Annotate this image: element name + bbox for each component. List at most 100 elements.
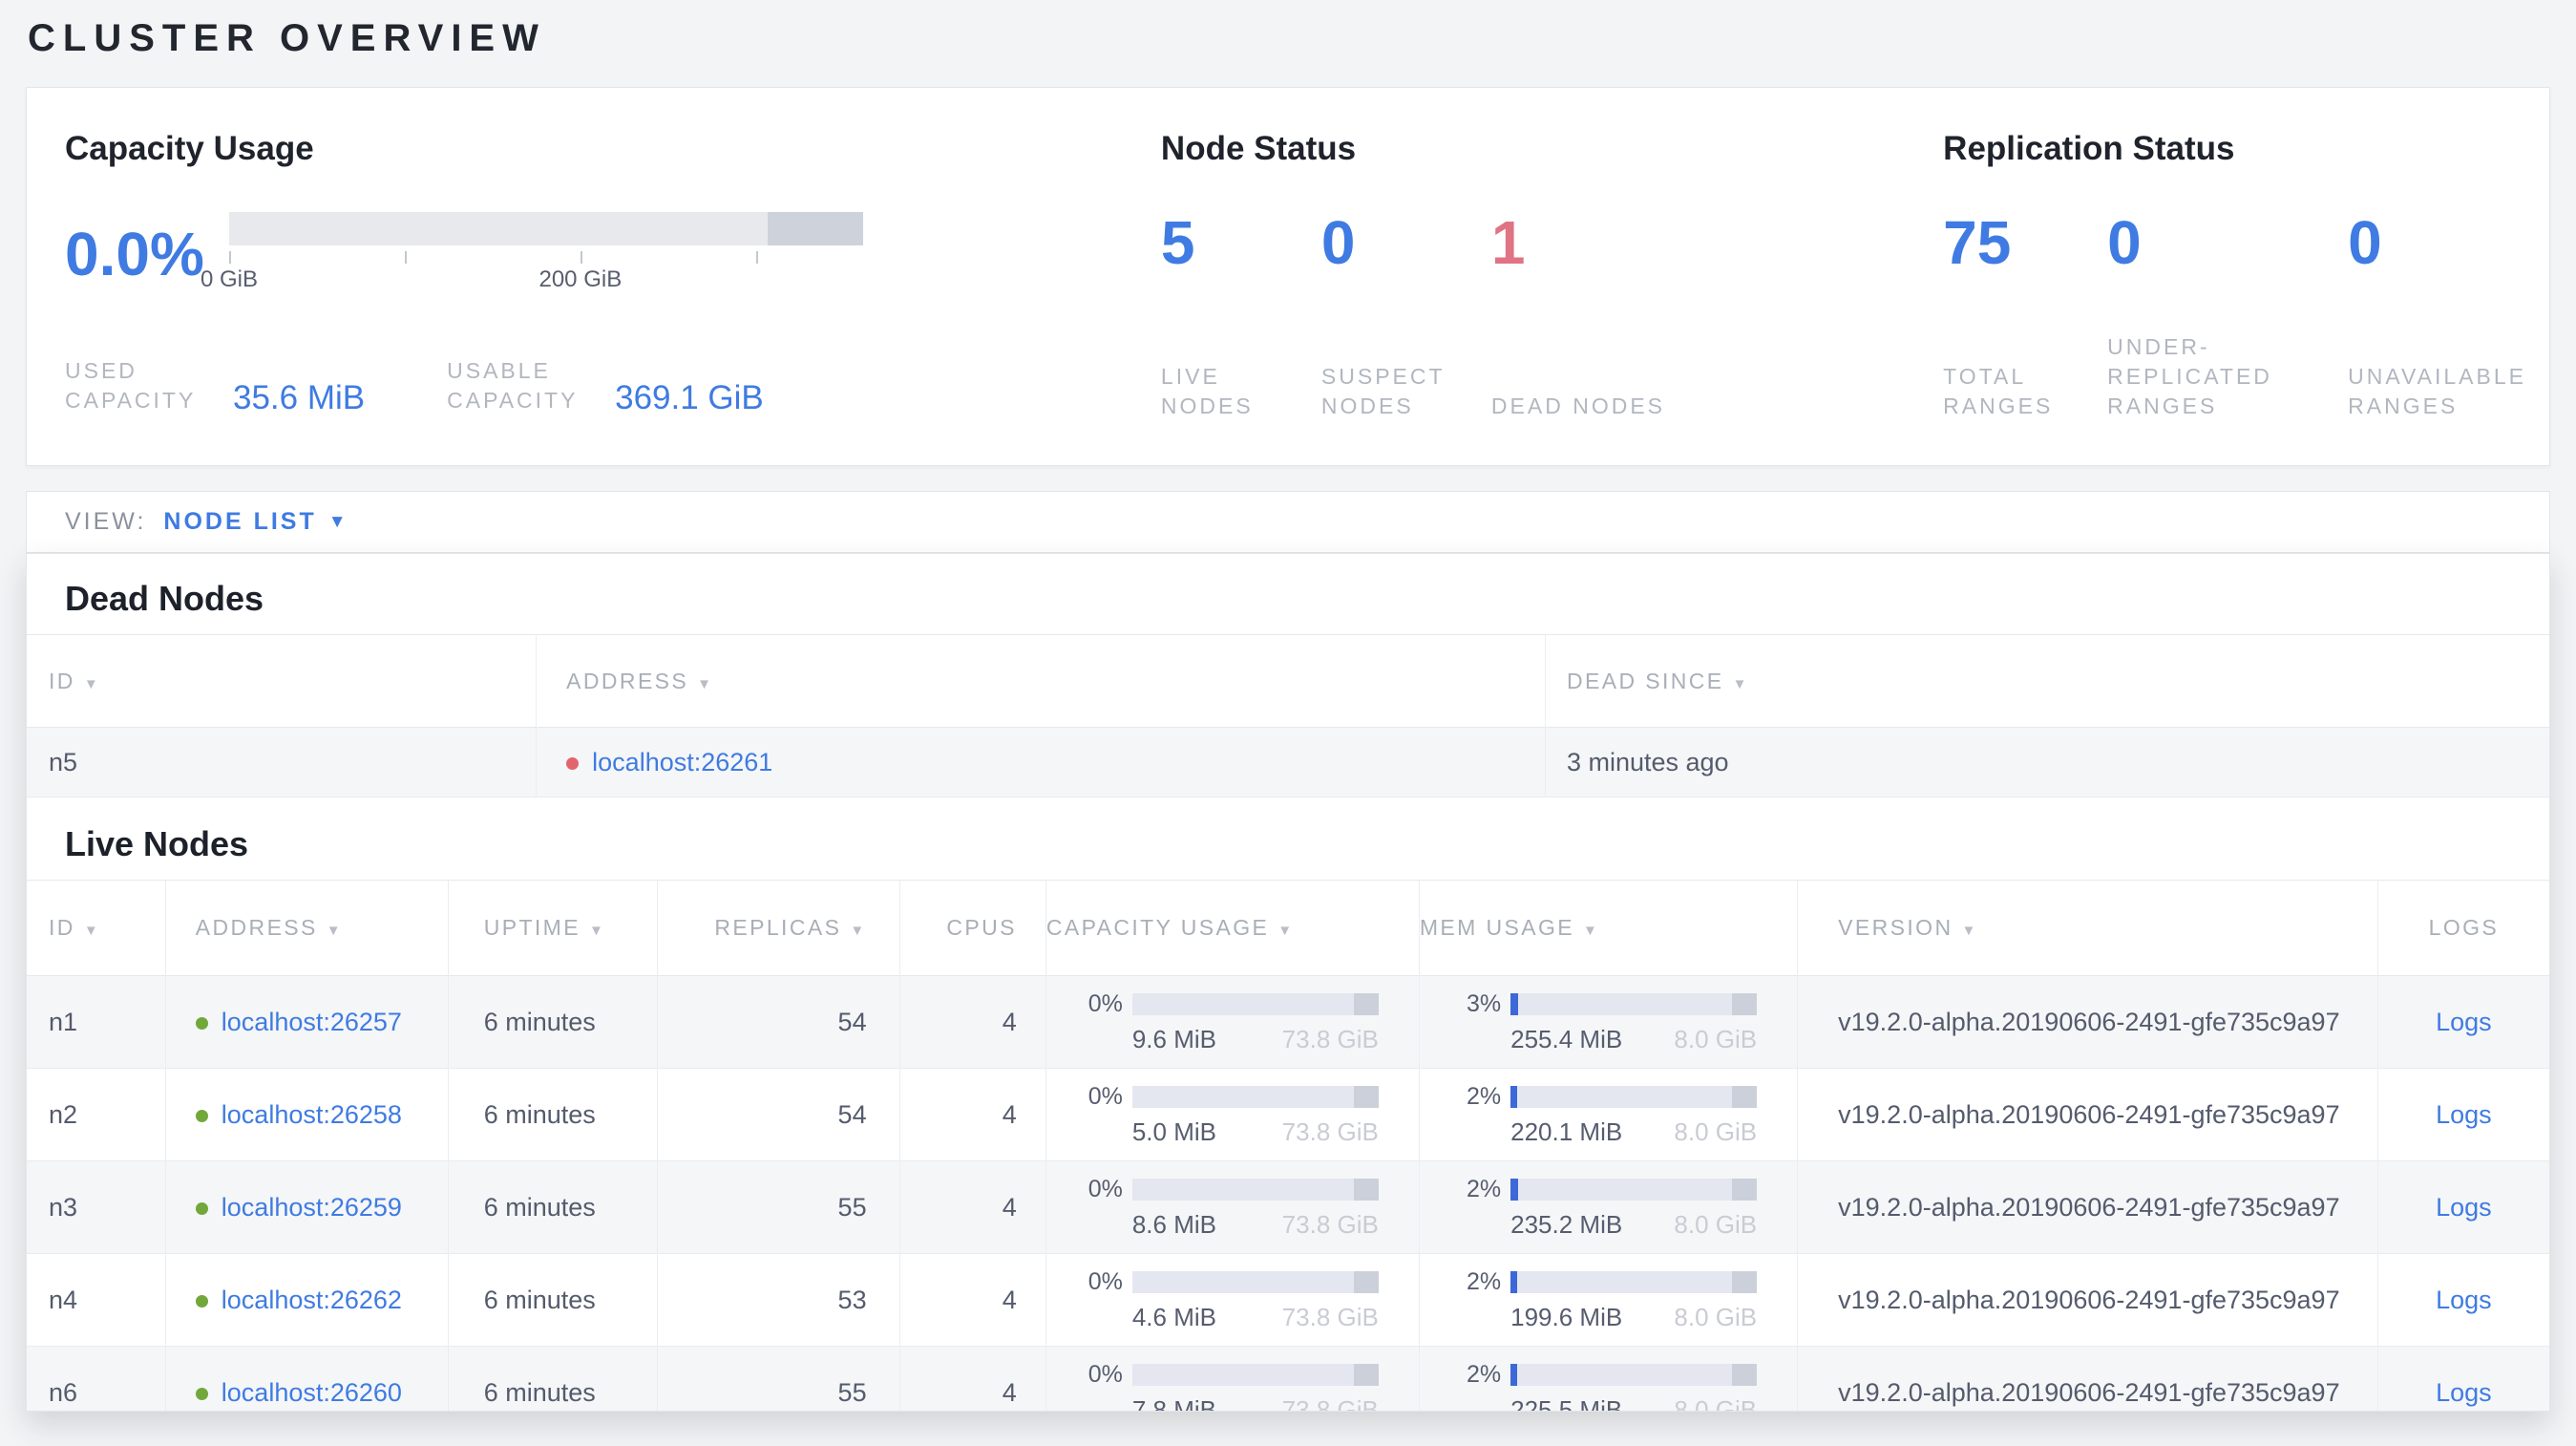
capacity-usage-bar-reserved (1354, 1270, 1379, 1293)
chevron-down-icon[interactable]: ▼ (328, 512, 347, 533)
column-header-version[interactable]: VERSION ▼ (1797, 880, 2378, 976)
logs-link[interactable]: Logs (2436, 1378, 2492, 1407)
column-header-id[interactable]: ID ▼ (27, 880, 166, 976)
cpus-cell: 4 (899, 975, 1046, 1069)
capacity-usage-cell: 0% 4.6 MiB 73.8 GiB (1045, 1253, 1420, 1347)
mem-total-value: 8.0 GiB (1674, 1394, 1758, 1412)
column-header-label: MEM USAGE (1419, 915, 1575, 940)
logs-link[interactable]: Logs (2436, 1286, 2492, 1314)
axis-tick-label: 200 GiB (538, 266, 623, 292)
replicas-cell: 55 (657, 1160, 900, 1254)
sort-arrow-icon: ▼ (326, 923, 344, 939)
address-cell: localhost:26258 (165, 1068, 449, 1161)
mem-usage-widget: 2% 225.5 MiB 8.0 GiB (1467, 1360, 1758, 1412)
capacity-usage-percent: 0% (1087, 1082, 1123, 1110)
usable-capacity-stat: USABLE CAPACITY 369.1 GiB (447, 356, 764, 416)
replicas-cell: 54 (657, 975, 900, 1069)
node-id-cell: n5 (27, 727, 538, 797)
node-id-cell: n2 (27, 1068, 166, 1161)
replicas-cell: 55 (657, 1346, 900, 1411)
dead-since-cell: 3 minutes ago (1566, 747, 1729, 776)
column-header-dead-since[interactable]: DEAD SINCE ▼ (1545, 635, 2549, 728)
column-header-uptime[interactable]: UPTIME ▼ (448, 880, 658, 976)
replication-stat-value: 0 (2107, 208, 2142, 277)
capacity-bar-reserved (768, 212, 863, 245)
mem-usage-bar-reserved (1732, 1178, 1758, 1201)
logs-link[interactable]: Logs (2436, 1100, 2492, 1129)
replication-status-title: Replication Status (1943, 130, 2235, 167)
capacity-usage-bar-reserved (1354, 1363, 1379, 1386)
column-header-label: ADDRESS (566, 668, 689, 693)
capacity-usage-bar (1131, 992, 1379, 1015)
usable-capacity-value: 369.1 GiB (615, 379, 764, 416)
sort-arrow-icon: ▼ (1277, 923, 1295, 939)
node-address-link[interactable]: localhost:26261 (592, 748, 772, 776)
column-header-logs: LOGS (2377, 881, 2549, 976)
version-cell: v19.2.0-alpha.20190606-2491-gfe735c9a97 (1797, 975, 2378, 1069)
node-id-cell: n6 (27, 1346, 166, 1411)
capacity-usage-percent: 0% (1087, 1267, 1123, 1295)
replicas-cell: 53 (657, 1253, 900, 1347)
column-header-mem-usage[interactable]: MEM USAGE ▼ (1419, 880, 1799, 976)
capacity-usage-cell: 0% 7.8 MiB 73.8 GiB (1045, 1346, 1420, 1411)
mem-usage-bar-reserved (1732, 992, 1758, 1015)
column-header-cpus: CPUS (899, 880, 1046, 976)
capacity-usage-percent: 0% (1087, 989, 1123, 1017)
capacity-usage-cell: 0% 9.6 MiB 73.8 GiB (1045, 975, 1420, 1069)
address-cell: localhost:26261 (536, 727, 1546, 797)
capacity-used-value: 9.6 MiB (1131, 1024, 1216, 1053)
address-cell: localhost:26262 (165, 1253, 449, 1347)
column-header-address[interactable]: ADDRESS ▼ (536, 634, 1546, 728)
cluster-overview-page: CLUSTER OVERVIEW Capacity Usage 0.0% 0 G… (0, 17, 2576, 1446)
node-address-link[interactable]: localhost:26259 (222, 1193, 402, 1222)
mem-usage-bar-fill (1510, 1270, 1518, 1293)
mem-usage-percent: 2% (1467, 1267, 1502, 1295)
dead-nodes-table: ID ▼ ADDRESS ▼ DEAD SINCE ▼ n5 localhost:26261… (27, 634, 2549, 797)
used-capacity-value: 35.6 MiB (233, 379, 366, 416)
mem-usage-bar-reserved (1732, 1270, 1758, 1293)
mem-usage-percent: 2% (1467, 1360, 1502, 1388)
sort-arrow-icon: ▼ (588, 923, 606, 939)
capacity-usage-cell: 0% 5.0 MiB 73.8 GiB (1045, 1068, 1420, 1161)
mem-usage-widget: 2% 235.2 MiB 8.0 GiB (1467, 1176, 1758, 1240)
sort-arrow-icon: ▼ (1583, 923, 1600, 939)
column-header-label: CAPACITY USAGE (1045, 915, 1270, 940)
node-address-link[interactable]: localhost:26257 (222, 1008, 402, 1036)
live-status-icon (195, 1201, 208, 1215)
address-cell: localhost:26257 (165, 975, 449, 1069)
node-address-link[interactable]: localhost:26258 (222, 1100, 402, 1129)
capacity-usage-bar (229, 212, 863, 245)
uptime-cell: 6 minutes (448, 1346, 658, 1411)
view-bar: VIEW: NODE LIST ▼ (26, 491, 2550, 553)
page-title: CLUSTER OVERVIEW (28, 17, 546, 59)
capacity-usage-bar (1131, 1178, 1379, 1201)
column-header-replicas[interactable]: REPLICAS ▼ (657, 880, 900, 976)
live-nodes-table: ID ▼ ADDRESS ▼ UPTIME ▼ REPLICAS ▼ CPUS CAPACITY … (27, 880, 2549, 1412)
live-node-row: n2 localhost:26258 6 minutes 54 4 0% 5.0 MiB 73… (27, 1068, 2549, 1161)
dead-status-icon (566, 756, 580, 770)
live-nodes-heading: Live Nodes (65, 824, 249, 863)
view-selector-dropdown[interactable]: NODE LIST (163, 508, 316, 536)
live-node-row: n3 localhost:26259 6 minutes 55 4 0% 8.6 MiB 73… (27, 1160, 2549, 1254)
used-capacity-label: USED CAPACITY (65, 358, 197, 413)
node-id-cell: n3 (27, 1160, 166, 1254)
capacity-usage-section: Capacity Usage 0.0% 0 GiB 200 GiB USED CA… (65, 130, 1161, 465)
capacity-usage-percent: 0% (1087, 1175, 1123, 1202)
column-header-capacity-usage[interactable]: CAPACITY USAGE ▼ (1045, 880, 1420, 976)
mem-usage-bar (1510, 1085, 1758, 1108)
node-address-link[interactable]: localhost:26262 (222, 1286, 402, 1314)
cpus-cell: 4 (899, 1068, 1046, 1161)
mem-usage-bar (1510, 1270, 1758, 1293)
version-cell: v19.2.0-alpha.20190606-2491-gfe735c9a97 (1797, 1160, 2378, 1254)
node-address-link[interactable]: localhost:26260 (222, 1378, 402, 1407)
nodes-panel: Dead Nodes ID ▼ ADDRESS ▼ DEAD SINCE ▼ n5 loca… (26, 553, 2550, 1412)
logs-link[interactable]: Logs (2436, 1008, 2492, 1036)
mem-usage-percent: 3% (1467, 989, 1502, 1017)
column-header-address[interactable]: ADDRESS ▼ (165, 880, 449, 976)
live-node-row: n1 localhost:26257 6 minutes 54 4 0% 9.6 MiB 73… (27, 975, 2549, 1069)
column-header-id[interactable]: ID ▼ (27, 634, 538, 728)
replication-stat-label: TOTAL RANGES (1943, 364, 2054, 418)
logs-link[interactable]: Logs (2436, 1193, 2492, 1222)
column-header-label: ADDRESS (195, 915, 318, 940)
capacity-usage-widget: 0% 4.6 MiB 73.8 GiB (1088, 1268, 1379, 1332)
